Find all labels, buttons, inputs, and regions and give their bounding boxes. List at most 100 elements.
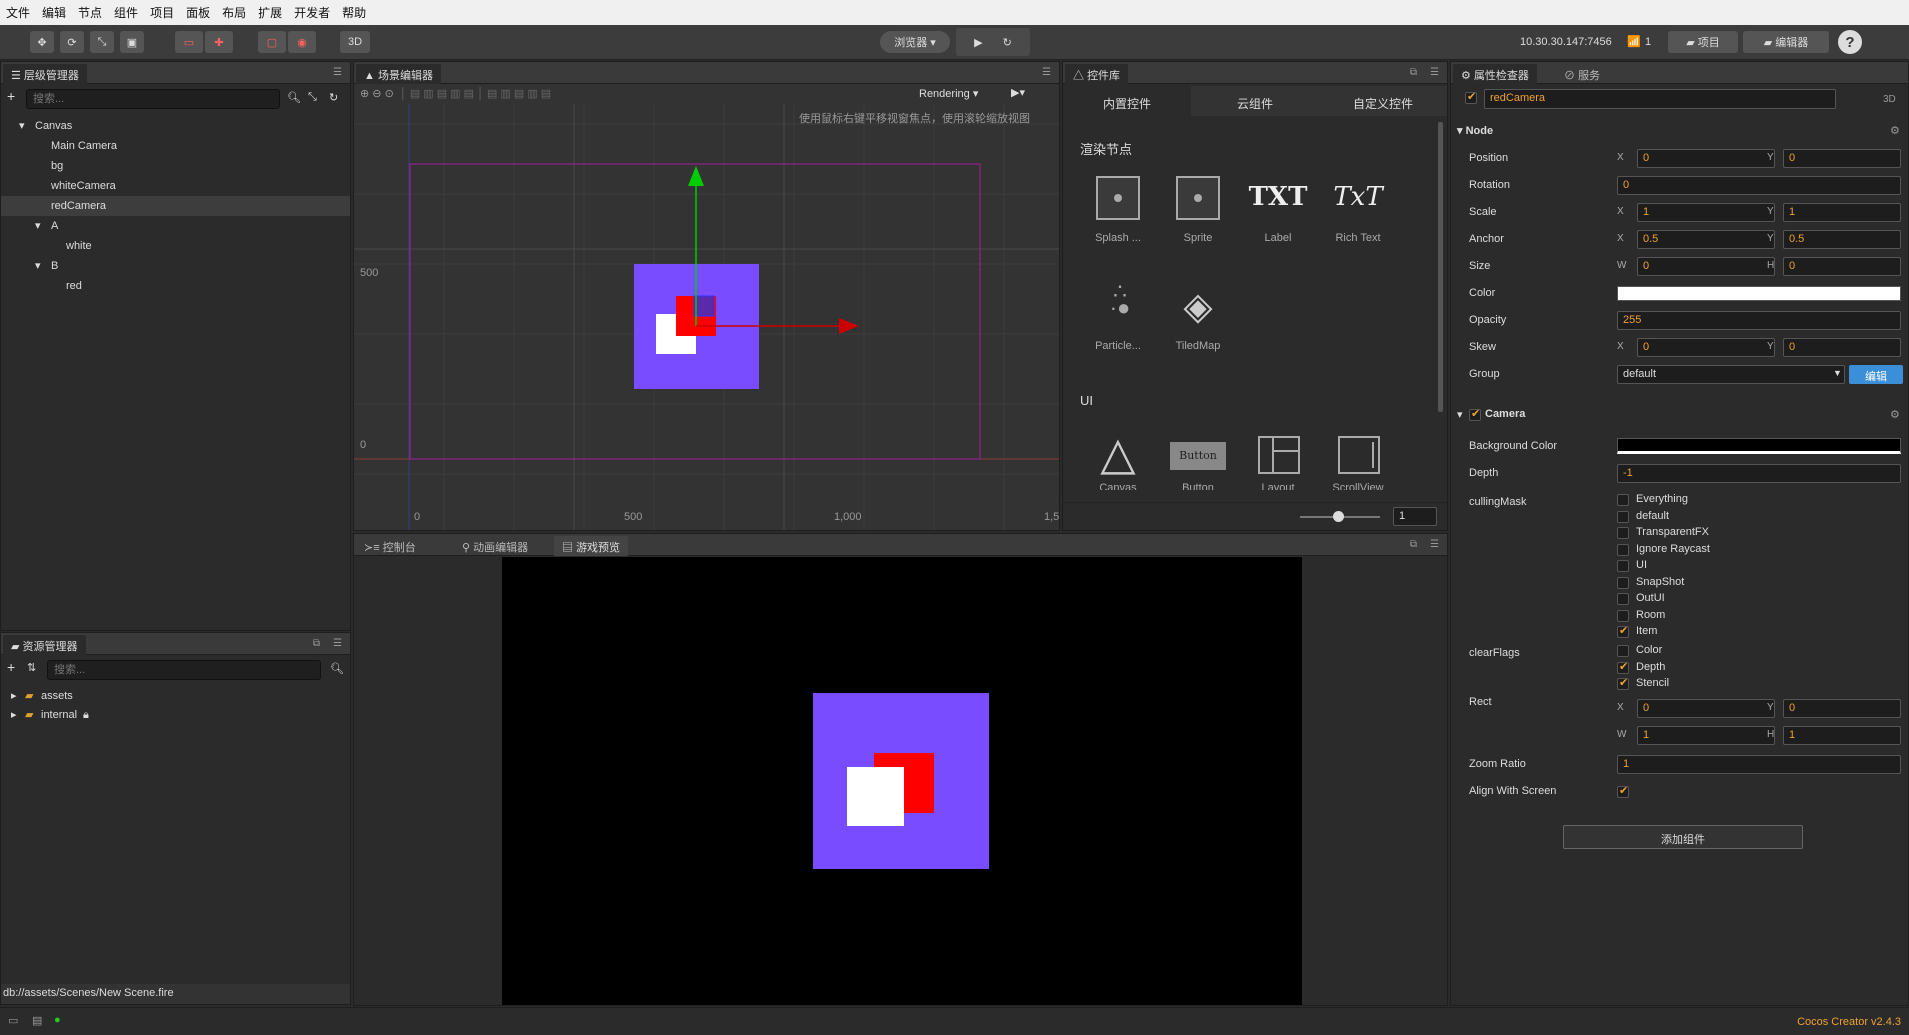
rect-y-input[interactable]: 0: [1783, 699, 1901, 718]
tab-inspector[interactable]: ⚙ 属性检查器: [1453, 64, 1537, 84]
hierarchy-search-input[interactable]: [26, 89, 280, 109]
clear-flag-checkbox[interactable]: [1617, 676, 1629, 690]
gear-icon[interactable]: ⚙: [1890, 124, 1900, 137]
gear-icon[interactable]: ⚙: [1890, 408, 1900, 421]
clear-flag-checkbox[interactable]: [1617, 660, 1629, 674]
tree-toggle-icon[interactable]: ▾: [35, 217, 41, 235]
size-h-input[interactable]: 0: [1783, 257, 1901, 276]
popout-icon[interactable]: ⧉: [1410, 67, 1417, 78]
group-edit-button[interactable]: 编辑: [1849, 365, 1903, 384]
zoom-slider-thumb[interactable]: [1333, 511, 1344, 522]
assets-search-input[interactable]: [47, 660, 321, 680]
node-active-checkbox[interactable]: [1465, 90, 1477, 104]
tree-toggle-icon[interactable]: ▾: [19, 117, 25, 135]
menu-edit[interactable]: 编辑: [36, 4, 72, 21]
panel-menu-icon[interactable]: ☰: [1430, 67, 1439, 78]
anchor-y-input[interactable]: 0.5: [1783, 230, 1901, 249]
tree-node-red-camera[interactable]: redCamera: [51, 197, 106, 215]
panel-menu-icon[interactable]: ☰: [333, 638, 342, 649]
tab-animation[interactable]: ⚲ 动画编辑器: [454, 536, 536, 556]
tab-services[interactable]: ⊘ 服务: [1556, 64, 1608, 84]
menu-project[interactable]: 项目: [144, 4, 180, 21]
add-asset-icon[interactable]: +: [7, 659, 15, 675]
skew-x-input[interactable]: 0: [1637, 338, 1775, 357]
culling-mask-checkbox[interactable]: [1617, 576, 1629, 589]
assets-tab[interactable]: ▰ 资源管理器: [3, 635, 86, 655]
menu-extension[interactable]: 扩展: [252, 4, 288, 21]
hierarchy-tab[interactable]: ☰ 层级管理器: [3, 64, 87, 84]
bg-color-swatch[interactable]: [1617, 438, 1901, 454]
tree-node-main-camera[interactable]: Main Camera: [51, 137, 117, 155]
zoom-out-icon[interactable]: ⊖: [372, 88, 381, 100]
widget-label[interactable]: TXT Label: [1238, 172, 1318, 262]
widget-layout[interactable]: Layout: [1238, 432, 1318, 490]
skew-y-input[interactable]: 0: [1783, 338, 1901, 357]
widget-tab[interactable]: △ 控件库: [1065, 64, 1129, 84]
menu-component[interactable]: 组件: [108, 4, 144, 21]
scene-tab[interactable]: ▲ 场景编辑器: [356, 64, 441, 84]
widget-scrollview[interactable]: ScrollView: [1318, 432, 1398, 490]
asset-folder-assets[interactable]: assets: [41, 687, 73, 705]
refresh-icon[interactable]: ↻: [1003, 36, 1012, 49]
menu-developer[interactable]: 开发者: [288, 4, 336, 21]
tab-cloud[interactable]: 云组件: [1191, 86, 1319, 116]
scale-x-input[interactable]: 1: [1637, 203, 1775, 222]
rotation-input[interactable]: 0: [1617, 176, 1901, 195]
align-icons[interactable]: │ ▤ ▥ ▤ ▥ ▤ │ ▤ ▥ ▤ ▥ ▤: [397, 88, 551, 100]
culling-mask-checkbox[interactable]: [1617, 593, 1629, 605]
search-icon[interactable]: 🔍︎: [287, 91, 301, 104]
scale-y-input[interactable]: 1: [1783, 203, 1901, 222]
console-toggle-icon[interactable]: ▭: [8, 1014, 18, 1027]
menu-panel[interactable]: 面板: [180, 4, 216, 21]
popout-icon[interactable]: ⧉: [313, 638, 320, 649]
opacity-input[interactable]: 255: [1617, 311, 1901, 330]
play-icon[interactable]: ▶: [974, 36, 982, 49]
panel-menu-icon[interactable]: ☰: [1430, 539, 1439, 550]
widget-scrollbar[interactable]: [1438, 122, 1443, 412]
panel-menu-icon[interactable]: ☰: [333, 67, 342, 78]
align-with-screen-checkbox[interactable]: [1617, 784, 1629, 798]
tree-node-a[interactable]: A: [51, 217, 58, 235]
widget-particle[interactable]: ∴ ·● Particle...: [1078, 280, 1158, 370]
culling-mask-checkbox[interactable]: [1617, 624, 1629, 638]
sort-icon[interactable]: ⇅: [27, 661, 36, 674]
project-button[interactable]: 项目: [1698, 34, 1720, 50]
widget-sprite[interactable]: Sprite: [1158, 172, 1238, 262]
zoom-fit-icon[interactable]: ⊙: [385, 88, 394, 100]
culling-mask-checkbox[interactable]: [1617, 494, 1629, 506]
db-icon[interactable]: ▤: [32, 1014, 42, 1027]
game-preview-viewport[interactable]: [502, 557, 1302, 1005]
gizmo-plane[interactable]: [693, 295, 715, 317]
menu-help[interactable]: 帮助: [336, 4, 372, 21]
scale-tool-icon[interactable]: ⤡: [90, 31, 114, 53]
zoom-in-icon[interactable]: ⊕: [360, 88, 369, 100]
pivot-toggle-icon[interactable]: ▭: [175, 31, 203, 53]
camera-enabled-checkbox[interactable]: [1469, 407, 1481, 421]
color-swatch[interactable]: [1617, 286, 1901, 301]
local-toggle-icon[interactable]: ▢: [258, 31, 286, 53]
rotate-tool-icon[interactable]: ⟳: [60, 31, 84, 53]
tree-node-red[interactable]: red: [66, 277, 82, 295]
widget-tiledmap[interactable]: ◈ TiledMap: [1158, 280, 1238, 370]
zoom-ratio-input[interactable]: 1: [1617, 755, 1901, 774]
tree-node-canvas[interactable]: Canvas: [35, 117, 72, 135]
tree-node-white[interactable]: white: [66, 237, 92, 255]
panel-menu-icon[interactable]: ☰: [1042, 67, 1051, 78]
zoom-input[interactable]: 1: [1393, 507, 1437, 526]
tab-custom[interactable]: 自定义控件: [1319, 86, 1447, 116]
center-toggle-icon[interactable]: ✚: [205, 31, 233, 53]
position-y-input[interactable]: 0: [1783, 149, 1901, 168]
clear-flag-checkbox[interactable]: [1617, 645, 1629, 657]
widget-button[interactable]: Button Button: [1158, 432, 1238, 490]
gizmo-x-arrow[interactable]: [839, 318, 859, 334]
culling-mask-checkbox[interactable]: [1617, 560, 1629, 572]
gizmo-y-arrow[interactable]: [688, 166, 704, 186]
browser-select[interactable]: 浏览器 ▾: [880, 31, 950, 53]
node-3d-toggle[interactable]: 3D: [1883, 94, 1896, 105]
menu-layout[interactable]: 布局: [216, 4, 252, 21]
mode-3d-button[interactable]: 3D: [340, 31, 370, 53]
camera-section-toggle[interactable]: ▾: [1457, 408, 1463, 421]
tree-node-bg[interactable]: bg: [51, 157, 63, 175]
size-w-input[interactable]: 0: [1637, 257, 1775, 276]
tab-builtin[interactable]: 内置控件: [1063, 86, 1191, 116]
